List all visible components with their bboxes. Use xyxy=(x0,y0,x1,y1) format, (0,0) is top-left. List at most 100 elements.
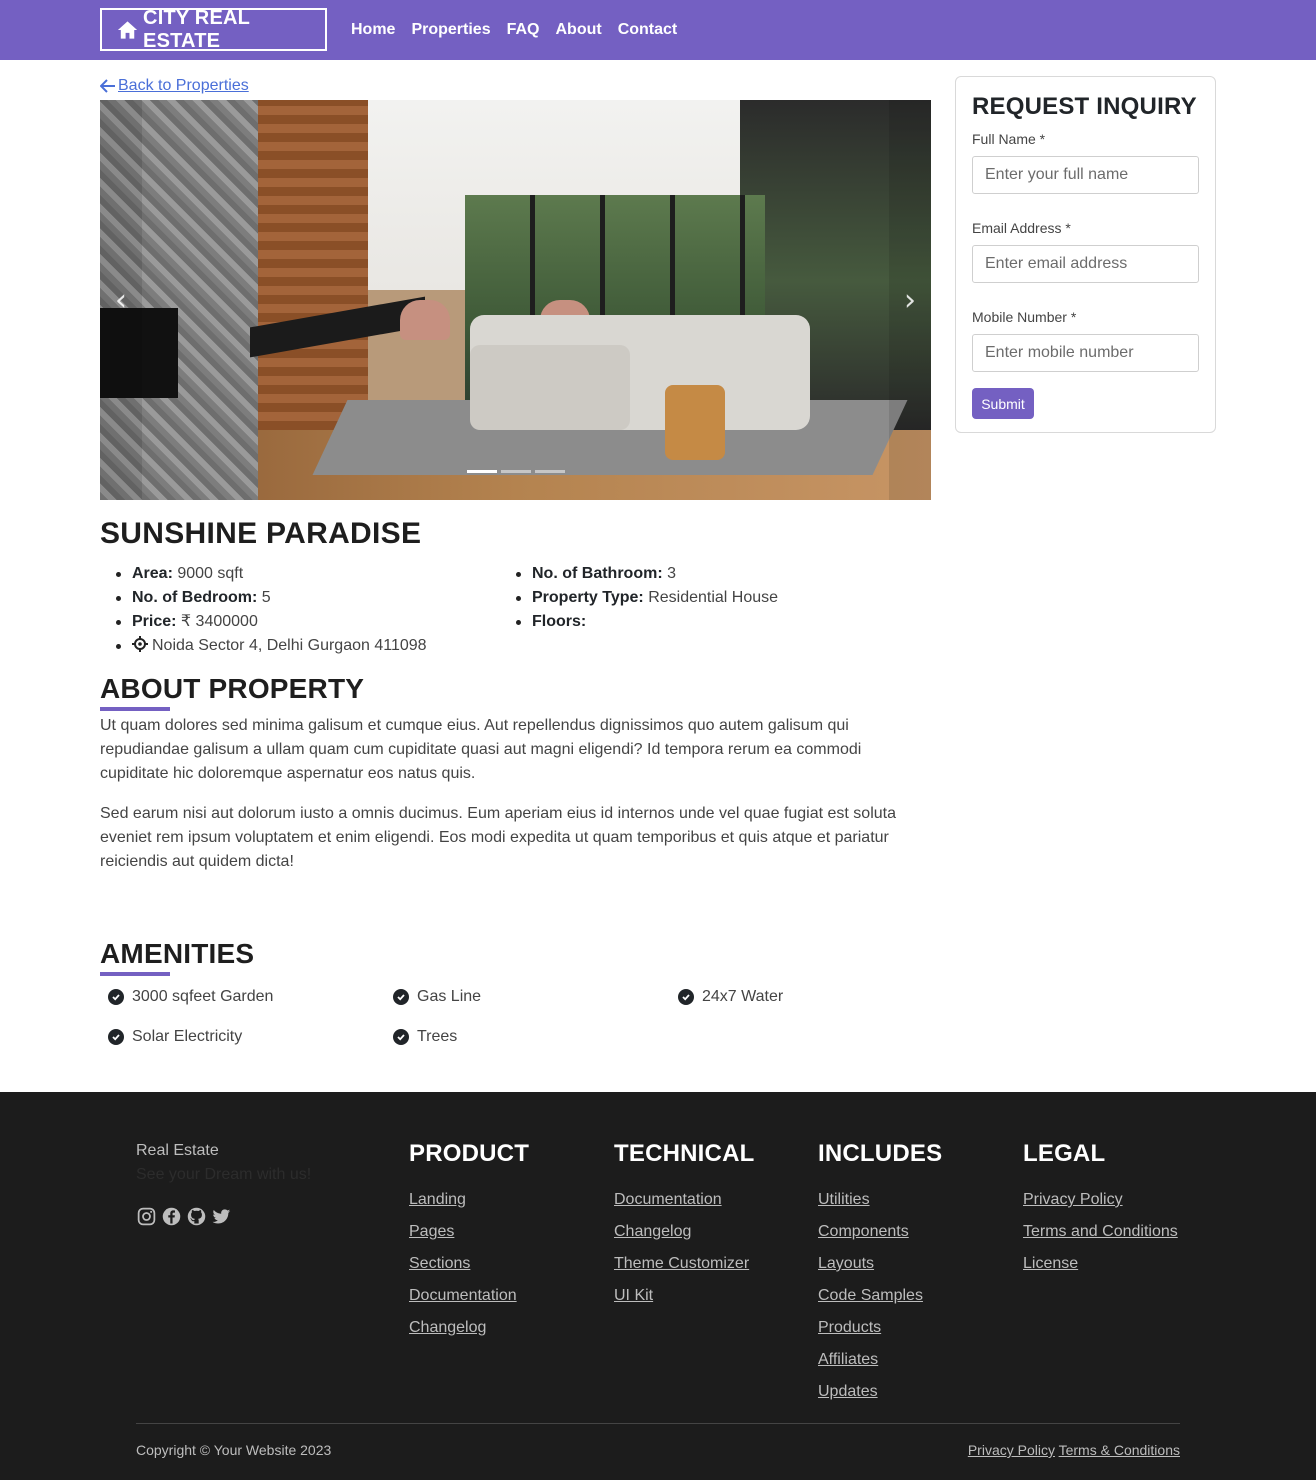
property-image-carousel[interactable]: ‹ › xyxy=(100,100,931,500)
amenity-label: 24x7 Water xyxy=(702,988,784,1005)
footer-link[interactable]: Products xyxy=(818,1318,942,1337)
photo-wood-stool xyxy=(665,385,725,460)
footer-link[interactable]: Landing xyxy=(409,1190,529,1209)
carousel-indicator[interactable] xyxy=(535,470,565,473)
detail-label: Price: xyxy=(132,613,177,630)
footer-link[interactable]: License xyxy=(1023,1254,1178,1273)
footer-col-product: PRODUCT Landing Pages Sections Documenta… xyxy=(409,1140,529,1350)
nav-link-faq[interactable]: FAQ xyxy=(507,21,540,39)
footer-link[interactable]: Changelog xyxy=(614,1222,754,1241)
footer-col-legal: LEGAL Privacy Policy Terms and Condition… xyxy=(1023,1140,1178,1286)
detail-value: 5 xyxy=(261,589,271,606)
mobile-label: Mobile Number * xyxy=(972,309,1077,325)
full-name-label: Full Name * xyxy=(972,131,1046,147)
about-title-underline xyxy=(100,707,170,711)
footer-bottom-links: Privacy Policy Terms & Conditions xyxy=(968,1442,1180,1458)
detail-value: 3 xyxy=(667,565,677,582)
nav-link-contact[interactable]: Contact xyxy=(618,21,678,39)
about-paragraph: Ut quam dolores sed minima galisum et cu… xyxy=(100,717,862,782)
footer-link[interactable]: Sections xyxy=(409,1254,529,1273)
detail-floors: Floors: xyxy=(500,610,778,634)
detail-label: Property Type: xyxy=(532,589,644,606)
detail-label: No. of Bedroom: xyxy=(132,589,258,606)
copyright-text: Copyright © Your Website 2023 xyxy=(136,1442,332,1458)
detail-bedrooms: No. of Bedroom: 5 xyxy=(100,586,427,610)
brand-logo-link[interactable]: CITY REAL ESTATE xyxy=(100,7,327,52)
footer-link[interactable]: Components xyxy=(818,1222,942,1241)
footer-link[interactable]: Utilities xyxy=(818,1190,942,1209)
amenities-title-underline xyxy=(100,972,170,976)
photo-sofa-chaise xyxy=(470,345,630,430)
footer-link[interactable]: Changelog xyxy=(409,1318,529,1337)
footer-link[interactable]: UI Kit xyxy=(614,1286,754,1305)
detail-value: 9000 sqft xyxy=(177,565,244,582)
footer-privacy-link[interactable]: Privacy Policy xyxy=(968,1442,1055,1458)
nav-link-home[interactable]: Home xyxy=(351,21,395,39)
check-circle-icon xyxy=(393,1029,409,1045)
navbar: CITY REAL ESTATE Home Properties FAQ Abo… xyxy=(0,0,1316,60)
about-paragraph: Sed earum nisi aut dolorum iusto a omnis… xyxy=(100,805,896,870)
amenity-item: 24x7 Water xyxy=(678,988,783,1006)
check-circle-icon xyxy=(108,1029,124,1045)
detail-property-type: Property Type: Residential House xyxy=(500,586,778,610)
footer-tagline: See your Dream with us! xyxy=(136,1166,312,1183)
footer-link[interactable]: Code Samples xyxy=(818,1286,942,1305)
inquiry-title: REQUEST INQUIRY xyxy=(972,93,1197,120)
photo-wood-wall xyxy=(258,100,368,430)
detail-location: Noida Sector 4, Delhi Gurgaon 411098 xyxy=(100,634,427,658)
detail-price: Price: ₹ 3400000 xyxy=(100,610,427,634)
footer-link[interactable]: Documentation xyxy=(614,1190,754,1209)
footer-terms-link[interactable]: Terms & Conditions xyxy=(1059,1442,1180,1458)
back-to-properties-link[interactable]: Back to Properties xyxy=(100,77,249,95)
footer-col-title: LEGAL xyxy=(1023,1140,1106,1167)
nav-link-about[interactable]: About xyxy=(555,21,601,39)
facebook-icon[interactable] xyxy=(161,1206,182,1227)
social-links xyxy=(136,1206,236,1227)
amenity-item: Trees xyxy=(393,1028,457,1046)
nav-link-properties[interactable]: Properties xyxy=(411,21,490,39)
email-label: Email Address * xyxy=(972,220,1071,236)
carousel-indicator[interactable] xyxy=(501,470,531,473)
nav-links: Home Properties FAQ About Contact xyxy=(351,0,693,60)
check-circle-icon xyxy=(393,989,409,1005)
instagram-icon[interactable] xyxy=(136,1206,157,1227)
detail-label: Floors: xyxy=(532,613,587,630)
chevron-right-icon[interactable]: › xyxy=(898,282,922,318)
amenities-title: AMENITIES xyxy=(100,938,255,969)
chevron-left-icon[interactable]: ‹ xyxy=(109,282,133,318)
email-input[interactable] xyxy=(972,245,1199,283)
property-details-left: Area: 9000 sqft No. of Bedroom: 5 Price:… xyxy=(100,562,427,658)
amenity-label: Gas Line xyxy=(417,988,482,1005)
github-icon[interactable] xyxy=(186,1206,207,1227)
twitter-icon[interactable] xyxy=(211,1206,232,1227)
detail-label: No. of Bathroom: xyxy=(532,565,663,582)
submit-button[interactable]: Submit xyxy=(972,388,1034,419)
footer-link[interactable]: Affiliates xyxy=(818,1350,942,1369)
property-title: SUNSHINE PARADISE xyxy=(100,517,422,550)
carousel-indicator[interactable] xyxy=(467,470,497,473)
amenity-label: Trees xyxy=(417,1028,458,1045)
carousel-indicators xyxy=(465,470,567,473)
footer-link[interactable]: Documentation xyxy=(409,1286,529,1305)
property-details-right: No. of Bathroom: 3 Property Type: Reside… xyxy=(500,562,778,634)
amenity-item: Solar Electricity xyxy=(108,1028,242,1046)
mobile-input[interactable] xyxy=(972,334,1199,372)
footer-link[interactable]: Theme Customizer xyxy=(614,1254,754,1273)
amenity-item: 3000 sqfeet Garden xyxy=(108,988,273,1006)
detail-bathrooms: No. of Bathroom: 3 xyxy=(500,562,778,586)
footer-link[interactable]: Pages xyxy=(409,1222,529,1241)
about-title: ABOUT PROPERTY xyxy=(100,673,365,704)
detail-area: Area: 9000 sqft xyxy=(100,562,427,586)
home-icon xyxy=(117,20,138,39)
amenity-label: 3000 sqfeet Garden xyxy=(132,988,274,1005)
check-circle-icon xyxy=(108,989,124,1005)
footer-link[interactable]: Terms and Conditions xyxy=(1023,1222,1178,1241)
footer-link[interactable]: Updates xyxy=(818,1382,942,1401)
footer-brand: Real Estate xyxy=(136,1142,219,1159)
footer-link[interactable]: Layouts xyxy=(818,1254,942,1273)
photo-armchair xyxy=(400,300,450,340)
check-circle-icon xyxy=(678,989,694,1005)
footer-link[interactable]: Privacy Policy xyxy=(1023,1190,1178,1209)
full-name-input[interactable] xyxy=(972,156,1199,194)
footer-col-technical: TECHNICAL Documentation Changelog Theme … xyxy=(614,1140,754,1318)
